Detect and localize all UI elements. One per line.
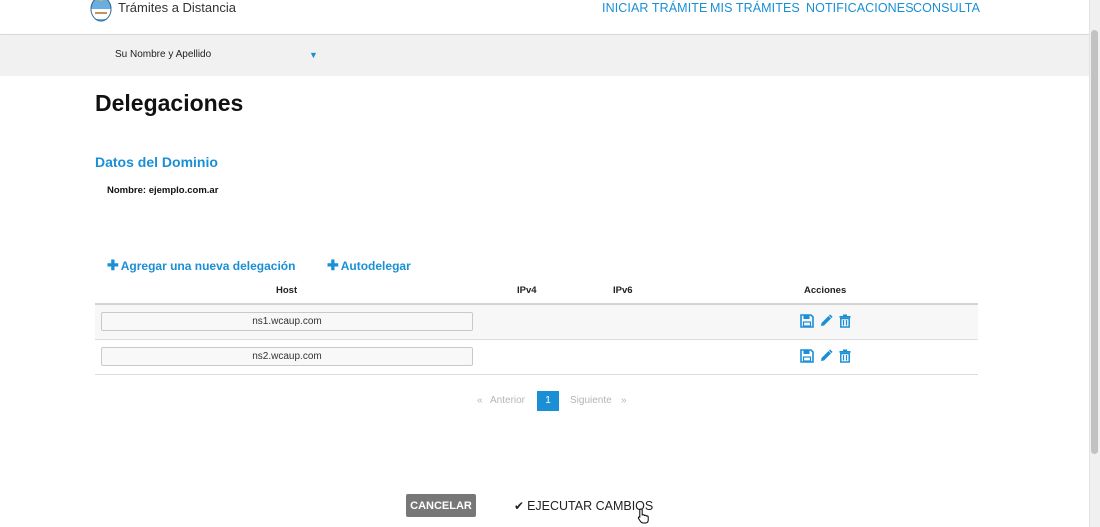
- brand-title[interactable]: Trámites a Distancia: [118, 0, 236, 15]
- host-input[interactable]: [101, 312, 473, 331]
- nav-iniciar-tramite[interactable]: INICIAR TRÁMITE: [602, 1, 707, 15]
- column-header-ipv4: IPv4: [517, 285, 537, 296]
- execute-changes-button[interactable]: ✔ EJECUTAR CAMBIOS: [514, 499, 653, 513]
- pagination-prev-arrow[interactable]: «: [477, 395, 483, 406]
- trash-icon[interactable]: [838, 349, 852, 363]
- edit-pencil-icon[interactable]: [819, 314, 833, 328]
- nav-notificaciones[interactable]: NOTIFICACIONES: [806, 1, 914, 15]
- argentina-coat-of-arms-icon: [90, 0, 112, 22]
- hand-pointer-cursor-icon: [637, 508, 649, 524]
- row-actions: [800, 314, 852, 328]
- scrollbar-thumb[interactable]: [1091, 30, 1098, 454]
- checkmark-icon: ✔: [514, 499, 525, 513]
- autodelegate-label: Autodelegar: [340, 259, 411, 273]
- page-title: Delegaciones: [95, 90, 244, 116]
- plus-icon: ✚: [107, 257, 119, 273]
- top-header: Trámites a Distancia INICIAR TRÁMITE MIS…: [0, 0, 1089, 35]
- host-input[interactable]: [101, 347, 473, 366]
- autodelegate-button[interactable]: ✚ Autodelegar: [327, 257, 411, 274]
- save-icon[interactable]: [800, 314, 814, 328]
- table-row: [95, 305, 978, 340]
- row-actions: [800, 349, 852, 363]
- save-icon[interactable]: [800, 349, 814, 363]
- pagination-next-arrow[interactable]: »: [621, 395, 627, 406]
- table-row: [95, 340, 978, 375]
- column-header-host: Host: [276, 285, 298, 296]
- cancel-button[interactable]: CANCELAR: [406, 494, 476, 517]
- nav-mis-tramites[interactable]: MIS TRÁMITES: [710, 1, 800, 15]
- pagination-prev[interactable]: Anterior: [490, 395, 525, 406]
- plus-icon: ✚: [327, 257, 339, 273]
- column-header-acciones: Acciones: [804, 285, 847, 296]
- edit-pencil-icon[interactable]: [819, 349, 833, 363]
- pagination-next[interactable]: Siguiente: [570, 395, 612, 406]
- add-delegation-button[interactable]: ✚ Agregar una nueva delegación: [107, 257, 295, 274]
- user-name-dropdown[interactable]: Su Nombre y Apellido: [115, 49, 211, 60]
- trash-icon[interactable]: [838, 314, 852, 328]
- domain-name-label: Nombre: ejemplo.com.ar: [107, 185, 219, 196]
- column-header-ipv6: IPv6: [613, 285, 633, 296]
- caret-down-icon[interactable]: ▼: [309, 50, 318, 60]
- execute-changes-label: EJECUTAR CAMBIOS: [527, 499, 654, 513]
- pagination-current-page[interactable]: 1: [537, 391, 559, 411]
- section-title: Datos del Dominio: [95, 154, 218, 170]
- nav-consulta[interactable]: CONSULTA: [913, 1, 980, 15]
- add-delegation-label: Agregar una nueva delegación: [120, 259, 296, 273]
- user-bar: Su Nombre y Apellido ▼: [0, 36, 1089, 76]
